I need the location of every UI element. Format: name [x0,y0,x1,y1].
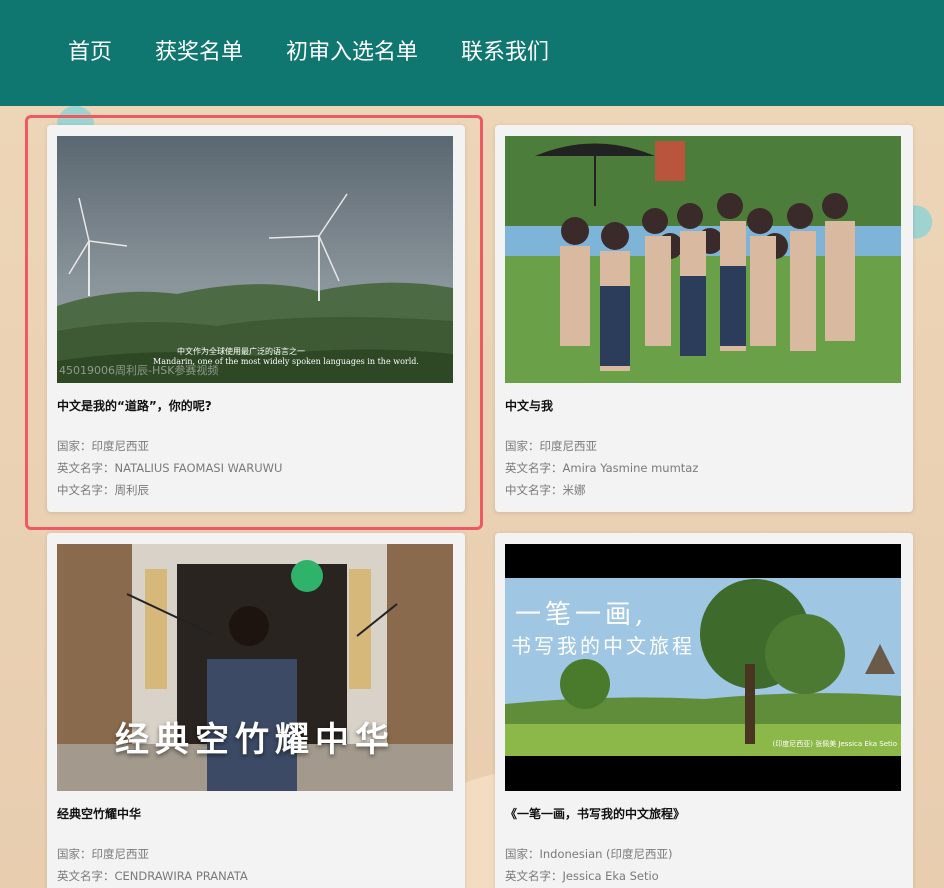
thumb-title-line1: 一笔一画, [515,600,648,630]
card-english-name: 英文名字：Amira Yasmine mumtaz [505,461,699,475]
card-title[interactable]: 中文与我 [505,397,903,435]
video-card[interactable]: 经典空竹耀中华 经典空竹耀中华 国家：印度尼西亚 英文名字：CENDRAWIRA… [47,533,465,888]
card-chinese-name: 中文名字：米娜 [505,483,586,497]
thumb-title-line2: 书写我的中文旅程 [511,634,695,658]
card-english-name: 英文名字：Jessica Eka Setio [505,869,659,883]
card-country: 国家：印度尼西亚 [505,439,597,453]
video-card[interactable]: 中文与我 国家：印度尼西亚 英文名字：Amira Yasmine mumtaz … [495,125,913,512]
card-english-name: 英文名字：CENDRAWIRA PRANATA [57,869,248,883]
card-country: 国家：印度尼西亚 [57,847,149,861]
thumb-credit: (印度尼西亚) 张佩美 Jessica Eka Setio [772,740,897,748]
video-thumbnail[interactable] [505,136,901,383]
video-thumbnail[interactable]: 经典空竹耀中华 [57,544,453,791]
nav-winners[interactable]: 获奖名单 [155,42,243,64]
selection-highlight [25,115,483,530]
card-title[interactable]: 经典空竹耀中华 [57,805,455,843]
nav-preliminary[interactable]: 初审入选名单 [286,42,418,64]
card-country: 国家：Indonesian (印度尼西亚) [505,847,673,861]
group-photo-image [505,136,901,383]
nav-contact[interactable]: 联系我们 [461,42,549,64]
nav-home[interactable]: 首页 [68,42,112,64]
video-thumbnail[interactable]: 一笔一画, 书写我的中文旅程 (印度尼西亚) 张佩美 Jessica Eka S… [505,544,901,791]
video-card[interactable]: 一笔一画, 书写我的中文旅程 (印度尼西亚) 张佩美 Jessica Eka S… [495,533,913,888]
top-nav: 首页 获奖名单 初审入选名单 联系我们 [0,0,944,106]
card-title[interactable]: 《一笔一画，书写我的中文旅程》 [505,805,903,843]
temple-landscape-image [505,544,901,791]
thumb-caption: 经典空竹耀中华 [115,720,395,760]
